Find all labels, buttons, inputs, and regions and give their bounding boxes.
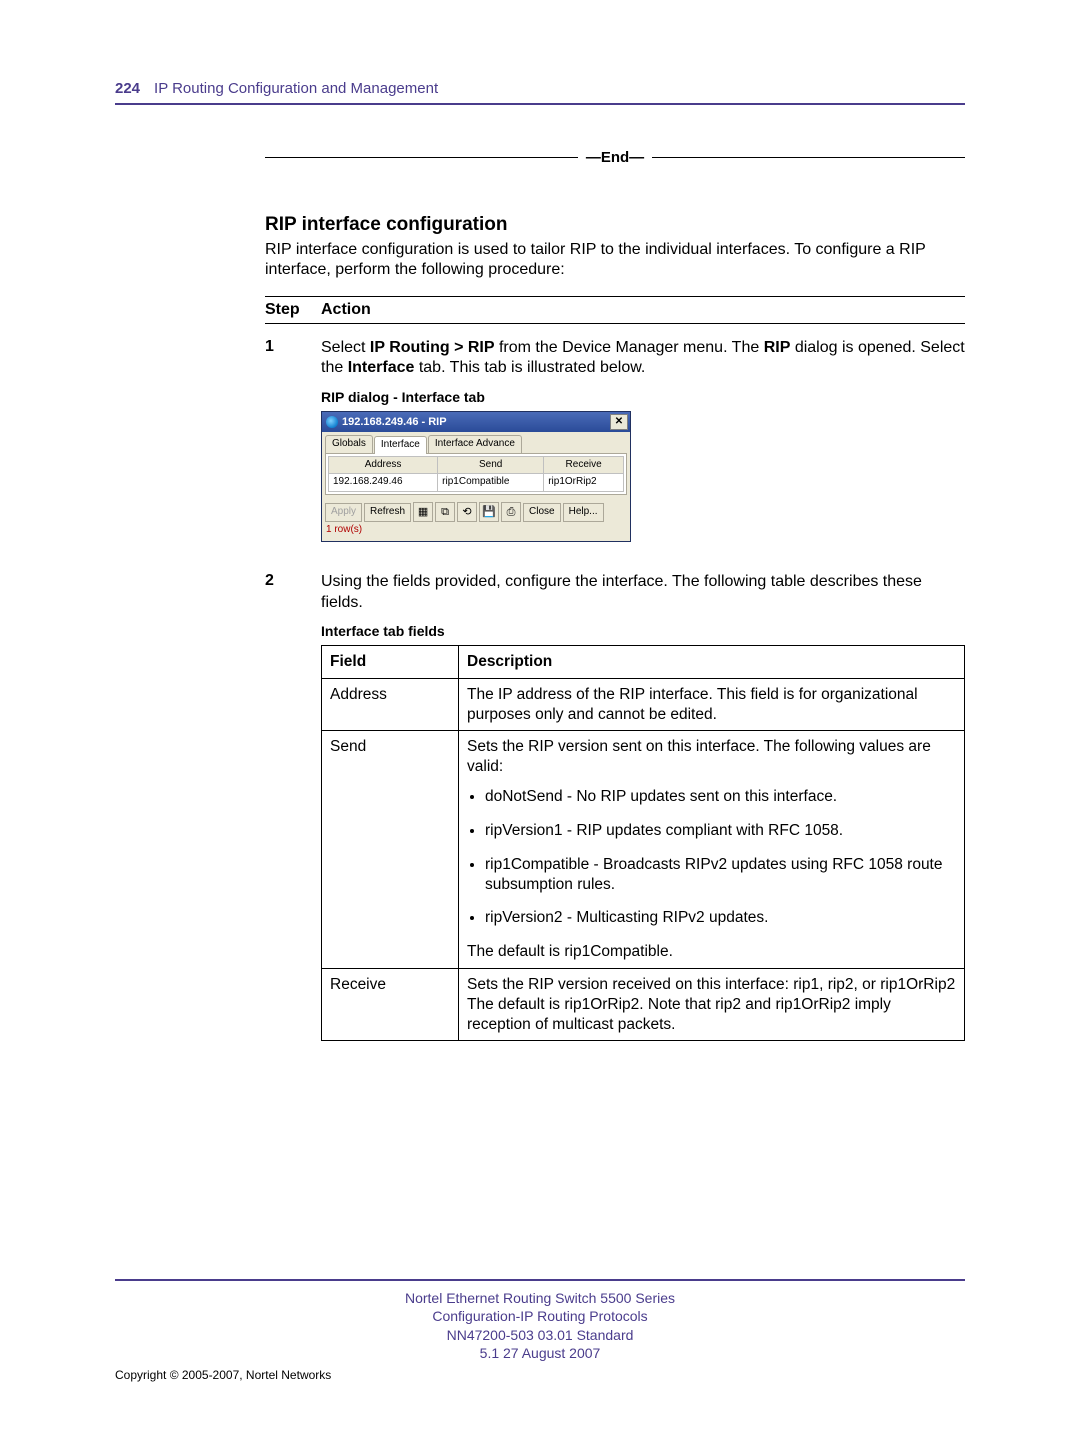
footer-line-1: Nortel Ethernet Routing Switch 5500 Seri… — [115, 1289, 965, 1307]
list-item: ripVersion1 - RIP updates compliant with… — [485, 821, 956, 841]
rip-dialog: 192.168.249.46 - RIP ✕ Globals Interface… — [321, 411, 631, 542]
dialog-titlebar: 192.168.249.46 - RIP ✕ — [322, 412, 630, 432]
end-marker: —End— — [578, 149, 652, 166]
dialog-caption: RIP dialog - Interface tab — [321, 389, 965, 407]
end-marker-row: —End— — [265, 149, 965, 166]
window-icon — [326, 416, 338, 428]
header-action: Action — [321, 301, 371, 319]
footer-rule — [115, 1279, 965, 1281]
dialog-toolbar: Apply Refresh ▦ ⧉ ⟲ 💾 ⎙ Close Help... — [322, 498, 630, 524]
copy-icon[interactable]: ⧉ — [435, 502, 455, 522]
help-button[interactable]: Help... — [563, 503, 604, 522]
field-name: Send — [322, 731, 459, 969]
list-item: rip1Compatible - Broadcasts RIPv2 update… — [485, 855, 956, 895]
copyright: Copyright © 2005-2007, Nortel Networks — [115, 1368, 965, 1382]
step-2: 2 Using the fields provided, configure t… — [265, 572, 965, 1041]
print-icon[interactable]: ⎙ — [501, 502, 521, 522]
close-button[interactable]: Close — [523, 503, 561, 522]
section-title: RIP interface configuration — [265, 214, 965, 236]
col-send: Send — [438, 456, 544, 474]
list-item: doNotSend - No RIP updates sent on this … — [485, 787, 956, 807]
step-1: 1 Select IP Routing > RIP from the Devic… — [265, 338, 965, 558]
step-2-number: 2 — [265, 572, 321, 1041]
step-1-body: Select IP Routing > RIP from the Device … — [321, 338, 965, 558]
step-action-header: Step Action — [265, 297, 965, 324]
header-step: Step — [265, 301, 321, 319]
col-receive: Receive — [544, 456, 624, 474]
table-row: Address The IP address of the RIP interf… — [322, 678, 965, 731]
table-row: Receive Sets the RIP version received on… — [322, 968, 965, 1040]
row-count: 1 row(s) — [322, 524, 630, 541]
footer-line-3: NN47200-503 03.01 Standard — [115, 1326, 965, 1344]
chapter-title: IP Routing Configuration and Management — [154, 80, 438, 97]
th-description: Description — [459, 645, 965, 678]
section-intro: RIP interface configuration is used to t… — [265, 240, 965, 280]
list-item: ripVersion2 - Multicasting RIPv2 updates… — [485, 908, 956, 928]
field-name: Address — [322, 678, 459, 731]
step-1-number: 1 — [265, 338, 321, 558]
apply-button[interactable]: Apply — [325, 503, 362, 522]
tab-interface[interactable]: Interface — [374, 436, 427, 454]
table-row: Send Sets the RIP version sent on this i… — [322, 731, 965, 969]
page-header: 224 IP Routing Configuration and Managem… — [115, 80, 965, 97]
header-rule — [115, 103, 965, 105]
footer-line-2: Configuration-IP Routing Protocols — [115, 1307, 965, 1325]
col-address: Address — [329, 456, 438, 474]
footer-line-4: 5.1 27 August 2007 — [115, 1344, 965, 1362]
close-icon[interactable]: ✕ — [610, 414, 628, 430]
save-icon[interactable]: 💾 — [479, 502, 499, 522]
dialog-title: 192.168.249.46 - RIP — [342, 415, 447, 429]
field-desc: Sets the RIP version sent on this interf… — [459, 731, 965, 969]
page-number: 224 — [115, 80, 140, 97]
tab-globals[interactable]: Globals — [325, 435, 373, 453]
undo-icon[interactable]: ⟲ — [457, 502, 477, 522]
step-2-body: Using the fields provided, configure the… — [321, 572, 965, 1041]
interface-fields-table: Field Description Address The IP address… — [321, 645, 965, 1042]
tab-interface-advance[interactable]: Interface Advance — [428, 435, 522, 453]
field-desc: The IP address of the RIP interface. Thi… — [459, 678, 965, 731]
refresh-button[interactable]: Refresh — [364, 503, 411, 522]
th-field: Field — [322, 645, 459, 678]
fields-caption: Interface tab fields — [321, 623, 965, 641]
interface-grid: Address Send Receive 192.168.249.46 rip1… — [328, 456, 624, 493]
table-row[interactable]: 192.168.249.46 rip1Compatible rip1OrRip2 — [329, 474, 624, 492]
tab-strip: Globals Interface Interface Advance — [322, 432, 630, 453]
field-desc: Sets the RIP version received on this in… — [459, 968, 965, 1040]
page-footer: Nortel Ethernet Routing Switch 5500 Seri… — [115, 1279, 965, 1382]
toolbar-icon-1[interactable]: ▦ — [413, 502, 433, 522]
field-name: Receive — [322, 968, 459, 1040]
